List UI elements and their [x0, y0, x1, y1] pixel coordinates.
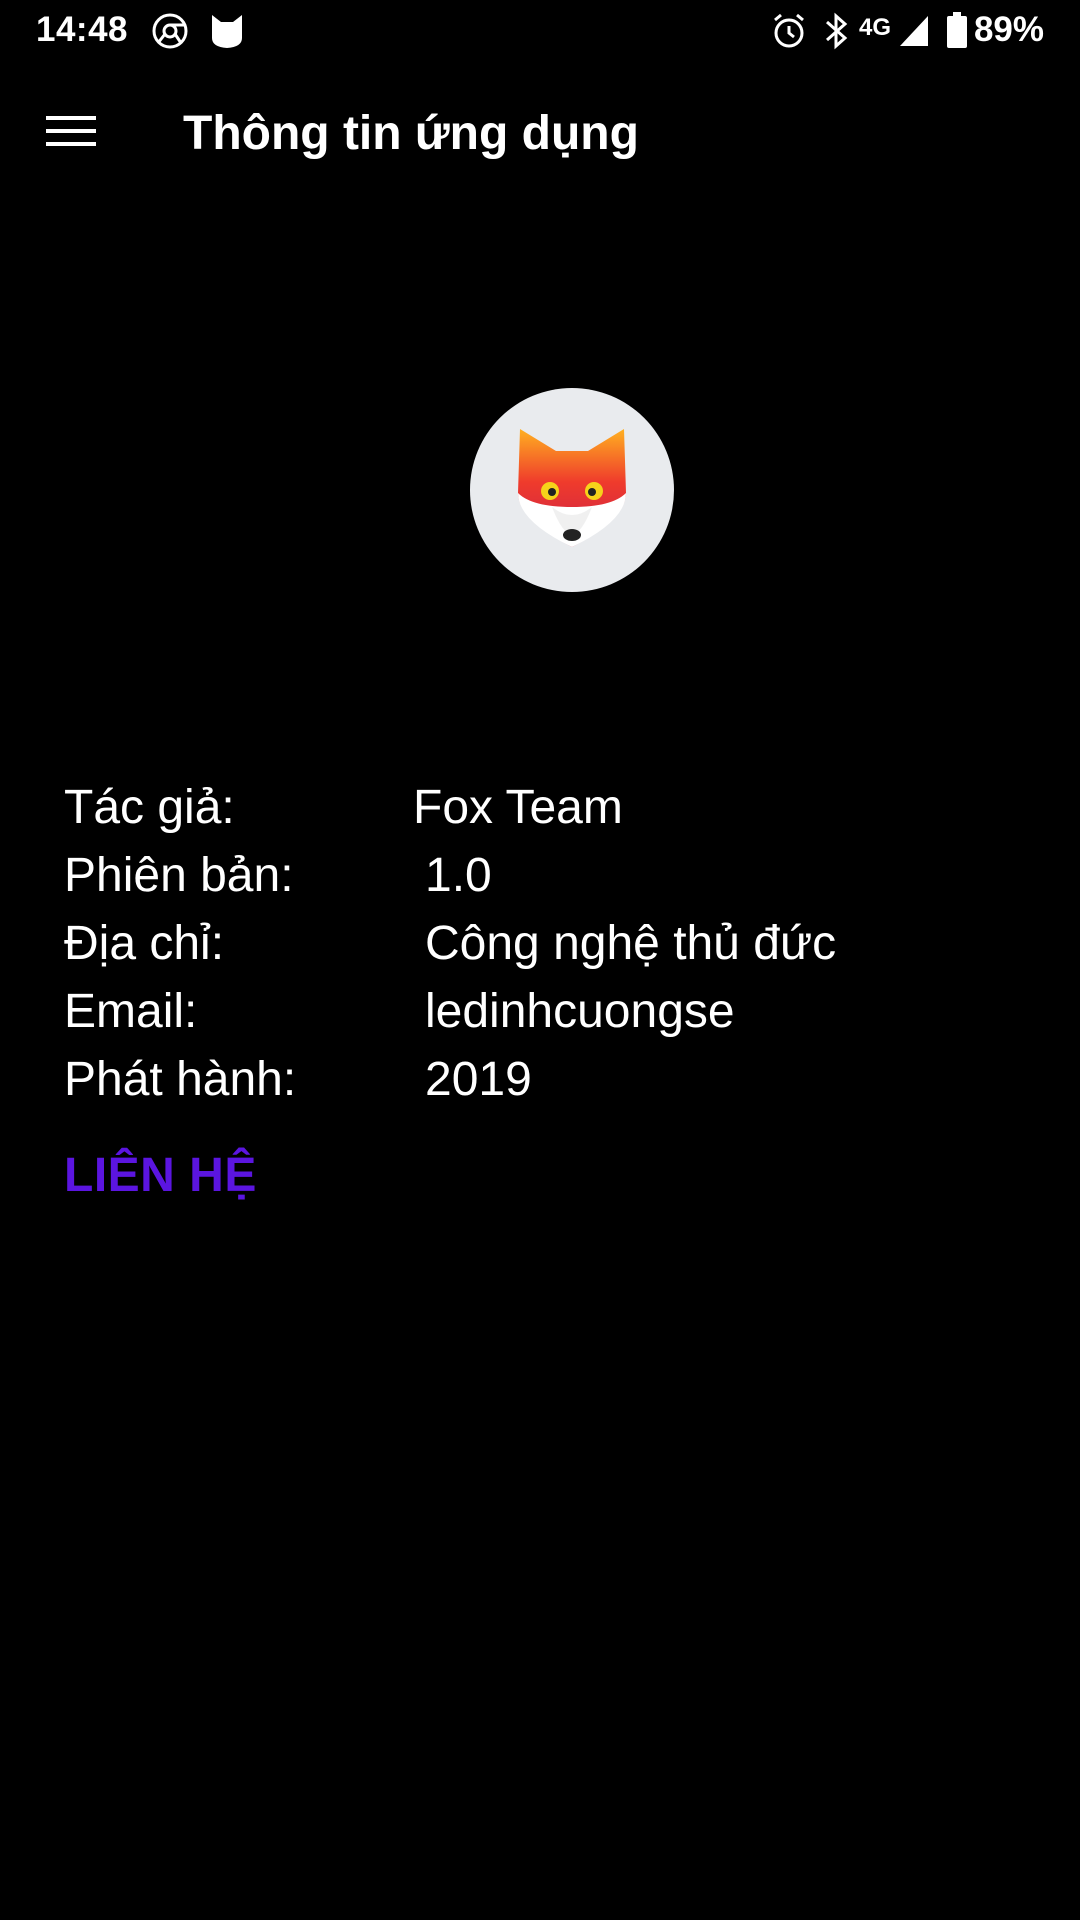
info-row-email: Email: ledinhcuongse — [64, 984, 1024, 1052]
battery-percentage: 89% — [973, 10, 1044, 49]
info-label: Email: — [64, 985, 198, 1038]
fox-logo-icon — [512, 423, 632, 558]
app-info-screen: 14:48 4G 89% Thông tin ứng dụng Tác giả:… — [0, 0, 1080, 1920]
info-value: 2019 — [425, 1053, 532, 1106]
info-label: Tác giả: — [64, 781, 235, 834]
info-label: Phiên bản: — [64, 849, 294, 902]
contact-button[interactable]: LIÊN HỆ — [64, 1148, 257, 1203]
battery-icon — [946, 12, 968, 53]
info-row-version: Phiên bản: 1.0 — [64, 848, 1024, 916]
app-shield-icon — [209, 12, 245, 55]
network-type-label: 4G — [859, 14, 892, 41]
info-row-address: Địa chỉ: Công nghệ thủ đức — [64, 916, 1024, 984]
bluetooth-icon — [823, 12, 851, 55]
info-value: ledinhcuongse — [425, 985, 735, 1038]
menu-button[interactable] — [30, 102, 112, 164]
info-value: 1.0 — [425, 849, 492, 902]
page-title: Thông tin ứng dụng — [183, 107, 639, 160]
app-info-list: Tác giả: Fox Team Phiên bản: 1.0 Địa chỉ… — [64, 780, 1024, 1120]
status-bar: 14:48 4G 89% — [0, 0, 1080, 64]
chrome-icon — [151, 12, 189, 55]
alarm-icon — [771, 12, 807, 55]
info-row-release: Phát hành: 2019 — [64, 1052, 1024, 1120]
app-logo — [470, 388, 674, 592]
info-label: Địa chỉ: — [64, 917, 225, 970]
info-value: Công nghệ thủ đức — [425, 917, 837, 970]
status-time: 14:48 — [36, 10, 129, 49]
info-value: Fox Team — [413, 781, 623, 834]
menu-icon — [46, 114, 96, 153]
signal-icon — [898, 14, 930, 53]
info-row-author: Tác giả: Fox Team — [64, 780, 1024, 848]
app-toolbar: Thông tin ứng dụng — [0, 64, 1080, 204]
info-label: Phát hành: — [64, 1053, 297, 1106]
